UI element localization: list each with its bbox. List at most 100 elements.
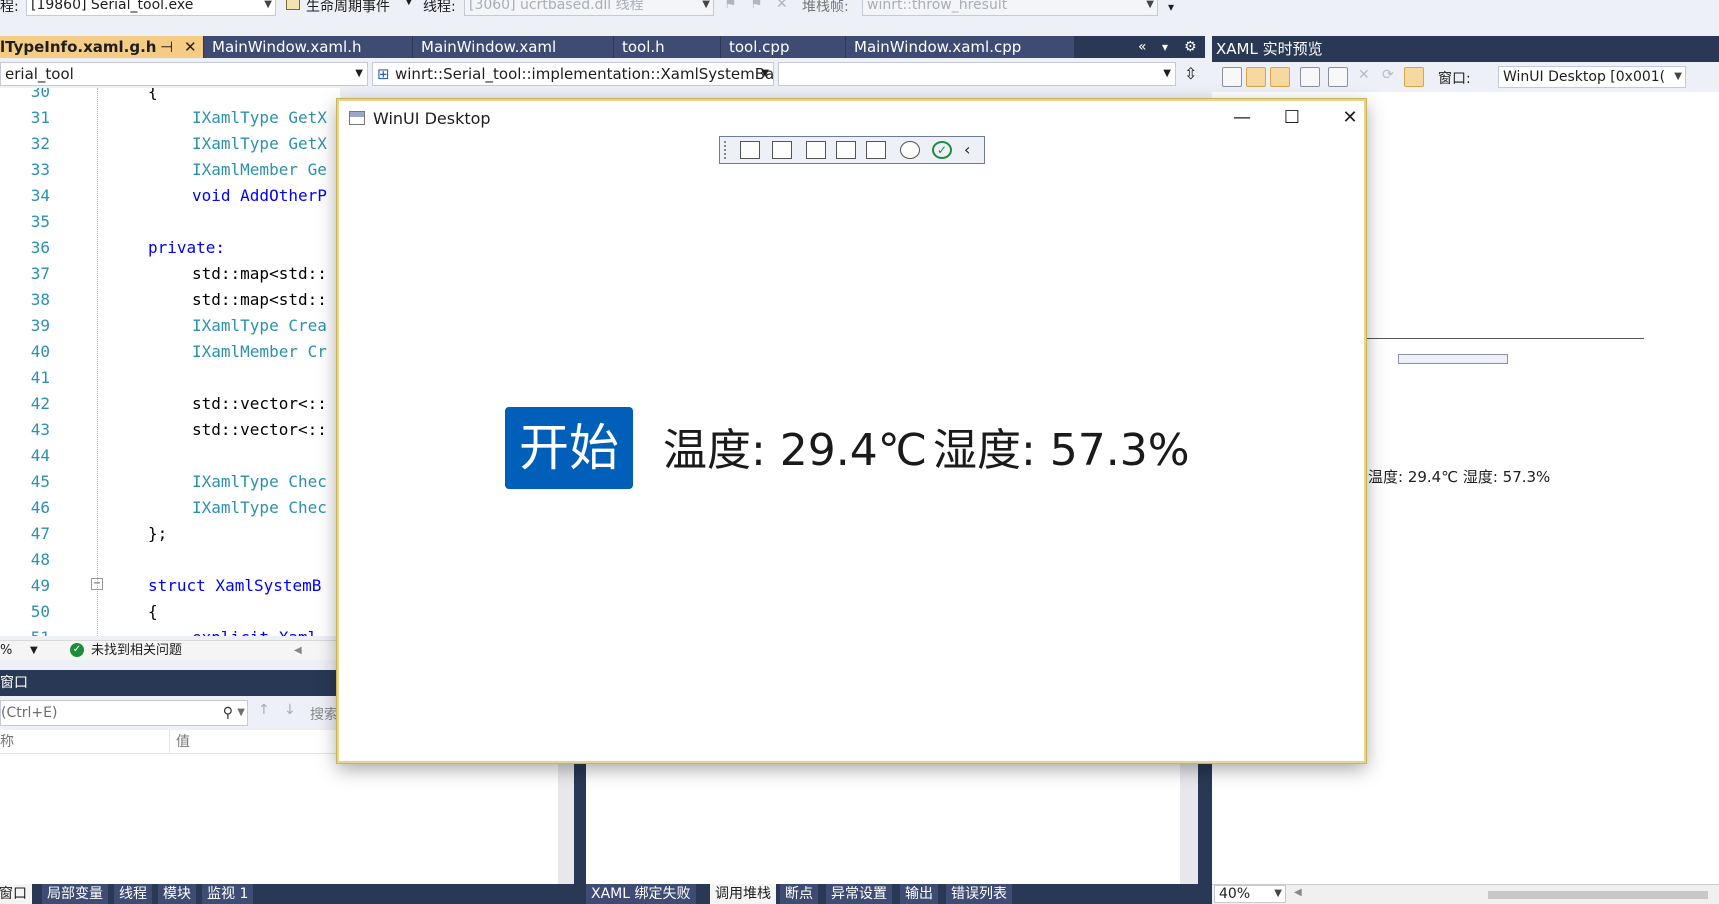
scroll-left-icon[interactable]: ◀ bbox=[294, 641, 302, 661]
tab-tool-cpp[interactable]: tool.cpp bbox=[721, 36, 845, 58]
drag-handle-icon[interactable] bbox=[724, 141, 728, 159]
column-header-name[interactable]: 称 bbox=[0, 730, 170, 754]
tab-modules[interactable]: 模块 bbox=[158, 884, 196, 904]
track-focus-icon[interactable] bbox=[866, 141, 886, 159]
tab-call-stack[interactable]: 调用堆栈 bbox=[710, 884, 776, 904]
search-icon[interactable]: ⚲ bbox=[223, 701, 233, 725]
call-stack-list[interactable] bbox=[586, 760, 1180, 884]
close-icon[interactable]: ✕ bbox=[184, 36, 197, 58]
watch-list[interactable] bbox=[0, 754, 560, 884]
lifecycle-label[interactable]: 生命周期事件 bbox=[306, 0, 390, 16]
select-element-icon[interactable] bbox=[1222, 67, 1242, 87]
chevron-down-icon[interactable]: ▼ bbox=[405, 0, 413, 7]
search-up-icon[interactable]: ↑ bbox=[258, 702, 270, 718]
tab-xamltypeinfo[interactable]: lTypeInfo.xaml.g.h ⊣ ✕ bbox=[0, 36, 203, 58]
pin-icon[interactable]: ⊣ bbox=[160, 36, 173, 58]
close-button[interactable]: ✕ bbox=[1327, 103, 1373, 133]
record-icon[interactable] bbox=[772, 141, 792, 159]
tab-tool-h[interactable]: tool.h bbox=[614, 36, 720, 58]
flag-icon[interactable]: ⚑ bbox=[724, 0, 737, 12]
clear-icon[interactable]: ✕ bbox=[1358, 67, 1370, 83]
thread-combo[interactable]: [3060] ucrtbased.dll 线程 ▼ bbox=[464, 0, 714, 16]
tab-exception-settings[interactable]: 异常设置 bbox=[826, 884, 892, 904]
split-editor-icon[interactable]: ⇳ bbox=[1184, 64, 1197, 83]
tab-breakpoints[interactable]: 断点 bbox=[780, 884, 818, 904]
vertical-scrollbar[interactable] bbox=[558, 760, 574, 884]
stackframe-combo[interactable]: winrt::throw_hresult ▼ bbox=[862, 0, 1158, 16]
preview-zoom-combo[interactable]: 40% ▼ bbox=[1214, 885, 1286, 903]
check-circle-icon: ✓ bbox=[70, 643, 84, 657]
tab-label: MainWindow.xaml bbox=[421, 38, 557, 56]
filter-icon[interactable]: ✕ bbox=[776, 0, 788, 12]
refresh-icon[interactable]: ⟳ bbox=[1382, 67, 1394, 83]
winui-desktop-window[interactable]: WinUI Desktop — ☐ ✕ ✓ ‹ 开始 温度: 29.4℃ 湿度:… bbox=[337, 99, 1366, 763]
toolbar-overflow-icon[interactable]: ▾ bbox=[1168, 0, 1174, 14]
line-number: 33 bbox=[30, 160, 50, 179]
tab-label: 错误列表 bbox=[951, 886, 1007, 902]
tab-output[interactable]: 输出 bbox=[900, 884, 938, 904]
window-combo[interactable]: WinUI Desktop [0x001( ▼ bbox=[1498, 66, 1686, 88]
tab-watch-window[interactable]: 窗口 bbox=[0, 884, 32, 904]
tab-list-icon[interactable]: ▾ bbox=[1162, 36, 1168, 58]
vertical-scrollbar[interactable] bbox=[1180, 760, 1198, 884]
search-down-icon[interactable]: ↓ bbox=[284, 702, 296, 718]
collapse-icon[interactable]: − bbox=[91, 578, 103, 590]
chevron-down-icon[interactable]: ▼ bbox=[237, 701, 245, 725]
code-line: IXamlType GetX bbox=[192, 134, 327, 153]
column-header-value[interactable]: 值 bbox=[170, 730, 340, 754]
track-focus-icon[interactable] bbox=[1270, 67, 1290, 87]
gear-icon[interactable]: ⚙ bbox=[1184, 36, 1197, 58]
zoom-value[interactable]: % bbox=[0, 641, 12, 661]
process-value: [19860] Serial_tool.exe bbox=[31, 0, 194, 13]
panel-splitter[interactable] bbox=[1198, 760, 1212, 884]
watch-search-input[interactable]: (Ctrl+E) ⚲ ▼ bbox=[0, 700, 248, 726]
binding-failures-icon[interactable] bbox=[900, 141, 920, 159]
member-combo[interactable]: ▼ bbox=[778, 62, 1176, 86]
tab-watch-1[interactable]: 监视 1 bbox=[202, 884, 254, 904]
collapse-toolbar-icon[interactable]: ‹ bbox=[964, 140, 970, 159]
binding-icon[interactable] bbox=[1328, 67, 1348, 87]
tab-mainwindow-xaml-h[interactable]: MainWindow.xaml.h bbox=[204, 36, 412, 58]
window-title: WinUI Desktop bbox=[373, 109, 491, 128]
hot-reload-check-icon[interactable]: ✓ bbox=[932, 141, 952, 159]
line-number: 46 bbox=[30, 498, 50, 517]
line-number: 38 bbox=[30, 290, 50, 309]
line-number: 36 bbox=[30, 238, 50, 257]
ruler-icon[interactable] bbox=[1300, 67, 1320, 87]
project-combo[interactable]: erial_tool ▼ bbox=[0, 62, 368, 86]
start-button[interactable]: 开始 bbox=[505, 407, 633, 489]
line-number: 49 bbox=[30, 576, 50, 595]
chevron-down-icon[interactable]: ▼ bbox=[30, 641, 38, 661]
process-combo[interactable]: [19860] Serial_tool.exe ▼ bbox=[26, 0, 276, 16]
display-layout-adorners-icon[interactable] bbox=[1246, 67, 1266, 87]
tab-threads[interactable]: 线程 bbox=[114, 884, 152, 904]
tab-locals[interactable]: 局部变量 bbox=[42, 884, 108, 904]
chevron-down-icon: ▼ bbox=[355, 68, 363, 79]
scroll-left-icon[interactable]: ◀ bbox=[1294, 887, 1302, 898]
layout-adorners-icon[interactable] bbox=[836, 141, 856, 159]
scroll-tabs-left-icon[interactable]: « bbox=[1138, 36, 1147, 58]
bottom-tabs-right: XAML 绑定失败 调用堆栈 断点 异常设置 输出 错误列表 bbox=[586, 884, 1212, 904]
tab-xaml-binding-failures[interactable]: XAML 绑定失败 bbox=[586, 884, 696, 904]
panel-splitter[interactable] bbox=[574, 760, 586, 884]
tab-error-list[interactable]: 错误列表 bbox=[946, 884, 1012, 904]
maximize-button[interactable]: ☐ bbox=[1269, 103, 1315, 133]
tab-mainwindow-xaml-cpp[interactable]: MainWindow.xaml.cpp bbox=[846, 36, 1074, 58]
tab-mainwindow-xaml[interactable]: MainWindow.xaml bbox=[413, 36, 613, 58]
horizontal-scrollbar[interactable] bbox=[1488, 891, 1708, 899]
tab-label: 调用堆栈 bbox=[715, 886, 771, 902]
minimize-button[interactable]: — bbox=[1219, 103, 1265, 133]
select-element-icon[interactable] bbox=[806, 141, 826, 159]
search-depth-label: 搜索 bbox=[310, 707, 338, 723]
code-line: struct XamlSystemB bbox=[148, 576, 322, 595]
xaml-preview-toolbar: ✕ ⟳ 窗口: WinUI Desktop [0x001( ▼ bbox=[1212, 62, 1719, 92]
go-to-live-tree-icon[interactable] bbox=[740, 141, 760, 159]
scope-combo[interactable]: ⊞ winrt::Serial_tool::implementation::Xa… bbox=[372, 62, 774, 86]
code-editor[interactable]: − 30 { 31 IXamlType GetX 32 IXamlType Ge… bbox=[0, 88, 340, 636]
lifecycle-icon[interactable] bbox=[286, 0, 300, 10]
preview-eye-icon[interactable] bbox=[1404, 67, 1424, 87]
flag-thread-icon[interactable]: ⚑ bbox=[750, 0, 763, 12]
editor-status-bar: % ▼ ✓ 未找到相关问题 ◀ bbox=[0, 640, 340, 660]
code-line: IXamlMember Cr bbox=[192, 342, 327, 361]
issues-status[interactable]: 未找到相关问题 bbox=[91, 641, 182, 661]
